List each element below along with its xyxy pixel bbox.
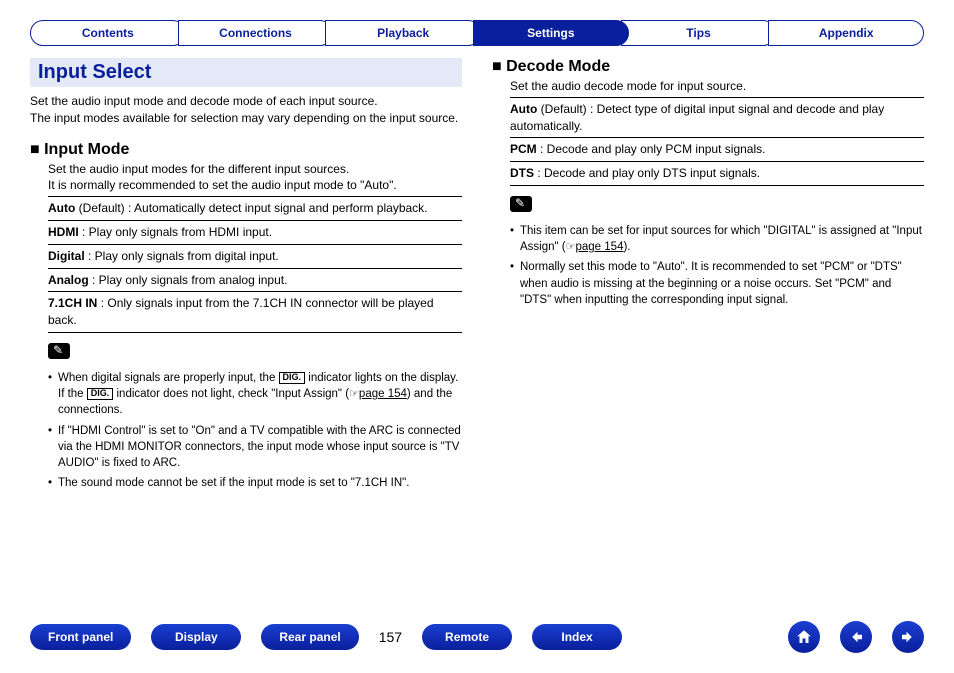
option-label: DTS	[510, 166, 534, 180]
display-button[interactable]: Display	[151, 624, 241, 650]
input-mode-desc: Set the audio input modes for the differ…	[48, 161, 462, 195]
decode-mode-options: Auto (Default) : Detect type of digital …	[492, 97, 924, 186]
home-icon	[795, 628, 813, 646]
option-row: 7.1CH IN : Only signals input from the 7…	[48, 291, 462, 333]
option-label: 7.1CH IN	[48, 296, 97, 310]
option-desc: (Default) : Detect type of digital input…	[510, 102, 884, 133]
option-label: Auto	[48, 201, 75, 215]
option-row: Analog : Play only signals from analog i…	[48, 268, 462, 292]
note-icon	[510, 196, 532, 212]
tab-contents[interactable]: Contents	[30, 20, 186, 46]
tab-settings[interactable]: Settings	[473, 20, 629, 46]
option-desc: : Play only signals from analog input.	[89, 273, 288, 287]
pointer-icon: ☞	[566, 241, 576, 253]
tab-appendix[interactable]: Appendix	[768, 20, 924, 46]
option-row: DTS : Decode and play only DTS input sig…	[510, 161, 924, 186]
option-label: HDMI	[48, 225, 79, 239]
page-number: 157	[379, 629, 402, 645]
intro-text: Set the audio input mode and decode mode…	[30, 93, 462, 127]
option-row: HDMI : Play only signals from HDMI input…	[48, 220, 462, 244]
option-row: Auto (Default) : Detect type of digital …	[510, 97, 924, 138]
remote-button[interactable]: Remote	[422, 624, 512, 650]
left-column: Input Select Set the audio input mode an…	[30, 58, 462, 495]
page-154-link[interactable]: page 154	[576, 241, 624, 253]
note-item: The sound mode cannot be set if the inpu…	[48, 475, 462, 491]
option-label: Analog	[48, 273, 89, 287]
note-icon	[48, 343, 70, 359]
option-desc: : Decode and play only DTS input signals…	[534, 166, 760, 180]
option-desc: : Only signals input from the 7.1CH IN c…	[48, 296, 434, 327]
note-list-right: This item can be set for input sources f…	[510, 223, 924, 308]
note-item: If "HDMI Control" is set to "On" and a T…	[48, 423, 462, 471]
option-desc: : Decode and play only PCM input signals…	[537, 142, 766, 156]
note-item: This item can be set for input sources f…	[510, 223, 924, 255]
next-button[interactable]	[892, 621, 924, 653]
rear-panel-button[interactable]: Rear panel	[261, 624, 358, 650]
tab-playback[interactable]: Playback	[325, 20, 481, 46]
tab-connections[interactable]: Connections	[178, 20, 334, 46]
home-button[interactable]	[788, 621, 820, 653]
option-row: Auto (Default) : Automatically detect in…	[48, 196, 462, 220]
page-154-link[interactable]: page 154	[359, 388, 407, 400]
pointer-icon: ☞	[349, 388, 359, 400]
option-row: PCM : Decode and play only PCM input sig…	[510, 137, 924, 161]
input-mode-heading: Input Mode	[30, 141, 462, 159]
input-mode-options: Auto (Default) : Automatically detect in…	[30, 196, 462, 333]
bottom-bar: Front panel Display Rear panel 157 Remot…	[30, 621, 924, 653]
option-desc: : Play only signals from digital input.	[85, 249, 279, 263]
option-desc: : Play only signals from HDMI input.	[79, 225, 272, 239]
decode-mode-heading: Decode Mode	[492, 58, 924, 76]
front-panel-button[interactable]: Front panel	[30, 624, 131, 650]
option-label: Digital	[48, 249, 85, 263]
note-list-left: When digital signals are properly input,…	[48, 370, 462, 491]
option-label: PCM	[510, 142, 537, 156]
top-nav-tabs: ContentsConnectionsPlaybackSettingsTipsA…	[30, 20, 924, 46]
arrow-left-icon	[847, 628, 865, 646]
decode-mode-desc: Set the audio decode mode for input sour…	[510, 78, 924, 95]
tab-tips[interactable]: Tips	[621, 20, 777, 46]
page-title: Input Select	[30, 58, 462, 87]
option-desc: (Default) : Automatically detect input s…	[75, 201, 427, 215]
option-label: Auto	[510, 102, 537, 116]
right-column: Decode Mode Set the audio decode mode fo…	[492, 58, 924, 495]
prev-button[interactable]	[840, 621, 872, 653]
dig-indicator-icon: DIG.	[279, 372, 306, 384]
note-item: Normally set this mode to "Auto". It is …	[510, 259, 924, 307]
note-item: When digital signals are properly input,…	[48, 370, 462, 419]
option-row: Digital : Play only signals from digital…	[48, 244, 462, 268]
arrow-right-icon	[899, 628, 917, 646]
dig-indicator-icon: DIG.	[87, 388, 114, 400]
index-button[interactable]: Index	[532, 624, 622, 650]
